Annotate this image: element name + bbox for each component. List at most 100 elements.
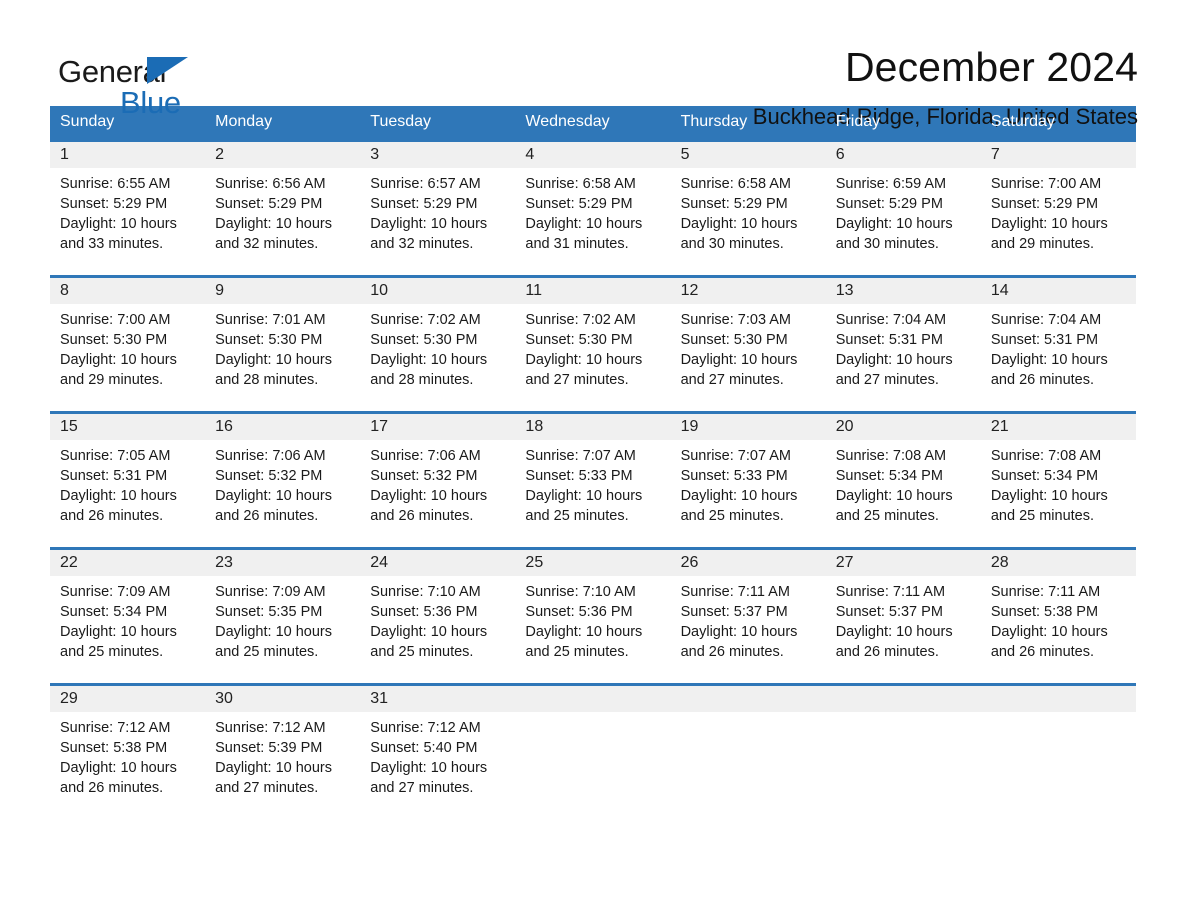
calendar-day-cell[interactable]: 18 Sunrise: 7:07 AM Sunset: 5:33 PM Dayligh…	[515, 411, 671, 549]
day-sun-info: Sunrise: 7:09 AM Sunset: 5:34 PM Daylight:…	[50, 576, 205, 662]
calendar-day-cell[interactable]: 16 Sunrise: 7:06 AM Sunset: 5:32 PM Dayligh…	[205, 411, 361, 549]
sunset-time: Sunset: 5:31 PM	[60, 468, 168, 484]
general-blue-logo[interactable]: General Blue	[50, 44, 240, 122]
daylight-duration-line1: Daylight: 10 hours	[680, 624, 798, 640]
day-number: 19	[670, 414, 826, 440]
sunrise-time: Sunrise: 6:58 AM	[525, 176, 636, 192]
weekday-header-tuesday: Tuesday	[360, 106, 516, 141]
calendar-day-cell[interactable]: 14 Sunrise: 7:04 AM Sunset: 5:31 PM Dayligh…	[980, 275, 1136, 413]
sunset-time: Sunset: 5:30 PM	[680, 332, 788, 348]
day-sun-info: Sunrise: 7:07 AM Sunset: 5:33 PM Daylight:…	[515, 440, 670, 526]
daylight-duration-line1: Daylight: 10 hours	[370, 488, 488, 504]
calendar-day-cell[interactable]: 26 Sunrise: 7:11 AM Sunset: 5:37 PM Dayligh…	[670, 547, 826, 685]
calendar-day-cell[interactable]: 27 Sunrise: 7:11 AM Sunset: 5:37 PM Dayligh…	[825, 547, 981, 685]
day-number: 31	[360, 686, 516, 712]
sunrise-time: Sunrise: 7:08 AM	[990, 448, 1102, 464]
day-cell-inner: 20 Sunrise: 7:08 AM Sunset: 5:34 PM Dayligh…	[825, 414, 981, 547]
calendar-day-cell[interactable]: 13 Sunrise: 7:04 AM Sunset: 5:31 PM Dayligh…	[825, 275, 981, 413]
calendar-day-cell[interactable]: 7 Sunrise: 7:00 AM Sunset: 5:29 PM Daylight…	[980, 139, 1136, 277]
calendar-day-cell[interactable]: 22 Sunrise: 7:09 AM Sunset: 5:34 PM Dayligh…	[50, 547, 206, 685]
sunset-time: Sunset: 5:40 PM	[370, 740, 478, 756]
daylight-duration-line2: and 30 minutes.	[835, 236, 939, 252]
daylight-duration-line2: and 25 minutes.	[60, 644, 164, 660]
daylight-duration-line1: Daylight: 10 hours	[215, 488, 333, 504]
weekday-header-wednesday: Wednesday	[515, 106, 671, 141]
day-number: 3	[360, 142, 516, 168]
sunset-time: Sunset: 5:34 PM	[990, 468, 1099, 484]
day-cell-inner: 17 Sunrise: 7:06 AM Sunset: 5:32 PM Dayligh…	[360, 414, 516, 547]
daylight-duration-line2: and 25 minutes.	[525, 644, 629, 660]
calendar-day-cell[interactable]: 17 Sunrise: 7:06 AM Sunset: 5:32 PM Dayligh…	[360, 411, 516, 549]
daylight-duration-line1: Daylight: 10 hours	[990, 488, 1108, 504]
calendar-week-row: 15 Sunrise: 7:05 AM Sunset: 5:31 PM Dayligh…	[50, 411, 1136, 549]
daylight-duration-line2: and 27 minutes.	[525, 372, 629, 388]
sunrise-time: Sunrise: 7:11 AM	[990, 584, 1101, 600]
calendar-day-cell[interactable]: 3 Sunrise: 6:57 AM Sunset: 5:29 PM Daylight…	[360, 139, 516, 277]
sunrise-time: Sunrise: 7:11 AM	[835, 584, 946, 600]
calendar-day-cell[interactable]: 28 Sunrise: 7:11 AM Sunset: 5:38 PM Dayligh…	[980, 547, 1136, 685]
sunrise-time: Sunrise: 7:04 AM	[990, 312, 1102, 328]
calendar-day-cell[interactable]: 6 Sunrise: 6:59 AM Sunset: 5:29 PM Daylight…	[825, 139, 981, 277]
day-sun-info: Sunrise: 7:10 AM Sunset: 5:36 PM Daylight:…	[515, 576, 670, 662]
calendar-day-cell[interactable]: 19 Sunrise: 7:07 AM Sunset: 5:33 PM Dayligh…	[670, 411, 826, 549]
calendar-day-cell[interactable]: 5 Sunrise: 6:58 AM Sunset: 5:29 PM Daylight…	[670, 139, 826, 277]
daylight-duration-line1: Daylight: 10 hours	[525, 624, 643, 640]
calendar-day-cell[interactable]: 9 Sunrise: 7:01 AM Sunset: 5:30 PM Daylight…	[205, 275, 361, 413]
calendar-day-cell[interactable]: 2 Sunrise: 6:56 AM Sunset: 5:29 PM Daylight…	[205, 139, 361, 277]
day-cell-inner: 30 Sunrise: 7:12 AM Sunset: 5:39 PM Dayligh…	[205, 686, 361, 819]
sunrise-time: Sunrise: 7:00 AM	[990, 176, 1102, 192]
sunset-time: Sunset: 5:30 PM	[60, 332, 168, 348]
sunrise-time: Sunrise: 6:58 AM	[680, 176, 791, 192]
calendar-day-cell[interactable]: 21 Sunrise: 7:08 AM Sunset: 5:34 PM Dayligh…	[980, 411, 1136, 549]
sunset-time: Sunset: 5:29 PM	[60, 196, 168, 212]
day-sun-info: Sunrise: 7:04 AM Sunset: 5:31 PM Daylight:…	[981, 304, 1136, 390]
sunrise-time: Sunrise: 6:56 AM	[215, 176, 326, 192]
day-sun-info: Sunrise: 7:10 AM Sunset: 5:36 PM Daylight:…	[360, 576, 515, 662]
day-number: 11	[515, 278, 671, 304]
calendar-day-cell[interactable]: 25 Sunrise: 7:10 AM Sunset: 5:36 PM Dayligh…	[515, 547, 671, 685]
calendar-day-cell[interactable]: 11 Sunrise: 7:02 AM Sunset: 5:30 PM Dayligh…	[515, 275, 671, 413]
day-number: 14	[980, 278, 1136, 304]
calendar-day-cell[interactable]: 29 Sunrise: 7:12 AM Sunset: 5:38 PM Dayligh…	[50, 683, 206, 819]
calendar-day-cell[interactable]: 4 Sunrise: 6:58 AM Sunset: 5:29 PM Daylight…	[515, 139, 671, 277]
daylight-duration-line1: Daylight: 10 hours	[990, 352, 1108, 368]
calendar-day-cell[interactable]: 12 Sunrise: 7:03 AM Sunset: 5:30 PM Dayligh…	[670, 275, 826, 413]
day-sun-info: Sunrise: 7:00 AM Sunset: 5:30 PM Daylight:…	[50, 304, 205, 390]
day-number: 9	[205, 278, 361, 304]
daylight-duration-line2: and 31 minutes.	[525, 236, 629, 252]
calendar-day-cell[interactable]: 23 Sunrise: 7:09 AM Sunset: 5:35 PM Dayligh…	[205, 547, 361, 685]
day-number: 30	[205, 686, 361, 712]
calendar-day-cell[interactable]: 10 Sunrise: 7:02 AM Sunset: 5:30 PM Dayligh…	[360, 275, 516, 413]
day-cell-inner: 7 Sunrise: 7:00 AM Sunset: 5:29 PM Daylight…	[980, 142, 1136, 275]
daylight-duration-line1: Daylight: 10 hours	[60, 624, 177, 640]
logo-triangle-icon	[147, 57, 188, 84]
day-number: 24	[360, 550, 516, 576]
calendar-day-cell[interactable]: 1 Sunrise: 6:55 AM Sunset: 5:29 PM Daylight…	[50, 139, 206, 277]
daylight-duration-line1: Daylight: 10 hours	[835, 488, 953, 504]
daylight-duration-line2: and 28 minutes.	[370, 372, 474, 388]
day-number: 27	[825, 550, 981, 576]
day-sun-info	[671, 712, 826, 718]
sunrise-time: Sunrise: 7:07 AM	[525, 448, 636, 464]
day-cell-inner: 12 Sunrise: 7:03 AM Sunset: 5:30 PM Dayligh…	[670, 278, 826, 411]
day-sun-info: Sunrise: 7:11 AM Sunset: 5:37 PM Daylight:…	[671, 576, 826, 662]
calendar-day-cell[interactable]: 24 Sunrise: 7:10 AM Sunset: 5:36 PM Dayligh…	[360, 547, 516, 685]
sunrise-time: Sunrise: 7:11 AM	[680, 584, 790, 600]
calendar-day-cell[interactable]: 20 Sunrise: 7:08 AM Sunset: 5:34 PM Dayligh…	[825, 411, 981, 549]
day-number: 18	[515, 414, 671, 440]
daylight-duration-line2: and 26 minutes.	[990, 372, 1095, 388]
calendar-day-cell[interactable]: 31 Sunrise: 7:12 AM Sunset: 5:40 PM Dayligh…	[360, 683, 516, 819]
day-cell-inner: 21 Sunrise: 7:08 AM Sunset: 5:34 PM Dayligh…	[980, 414, 1136, 547]
day-number: 10	[360, 278, 516, 304]
day-sun-info: Sunrise: 7:06 AM Sunset: 5:32 PM Daylight:…	[360, 440, 515, 526]
day-sun-info: Sunrise: 6:57 AM Sunset: 5:29 PM Daylight:…	[360, 168, 515, 254]
day-sun-info: Sunrise: 7:03 AM Sunset: 5:30 PM Daylight:…	[671, 304, 826, 390]
sunrise-time: Sunrise: 7:12 AM	[60, 720, 171, 736]
calendar-day-cell[interactable]: 30 Sunrise: 7:12 AM Sunset: 5:39 PM Dayligh…	[205, 683, 361, 819]
sunrise-time: Sunrise: 7:07 AM	[680, 448, 791, 464]
day-number	[980, 686, 1136, 712]
calendar-day-cell[interactable]: 8 Sunrise: 7:00 AM Sunset: 5:30 PM Daylight…	[50, 275, 206, 413]
calendar-day-cell[interactable]: 15 Sunrise: 7:05 AM Sunset: 5:31 PM Dayligh…	[50, 411, 206, 549]
day-cell-inner: 31 Sunrise: 7:12 AM Sunset: 5:40 PM Dayligh…	[360, 686, 516, 819]
daylight-duration-line1: Daylight: 10 hours	[370, 624, 488, 640]
